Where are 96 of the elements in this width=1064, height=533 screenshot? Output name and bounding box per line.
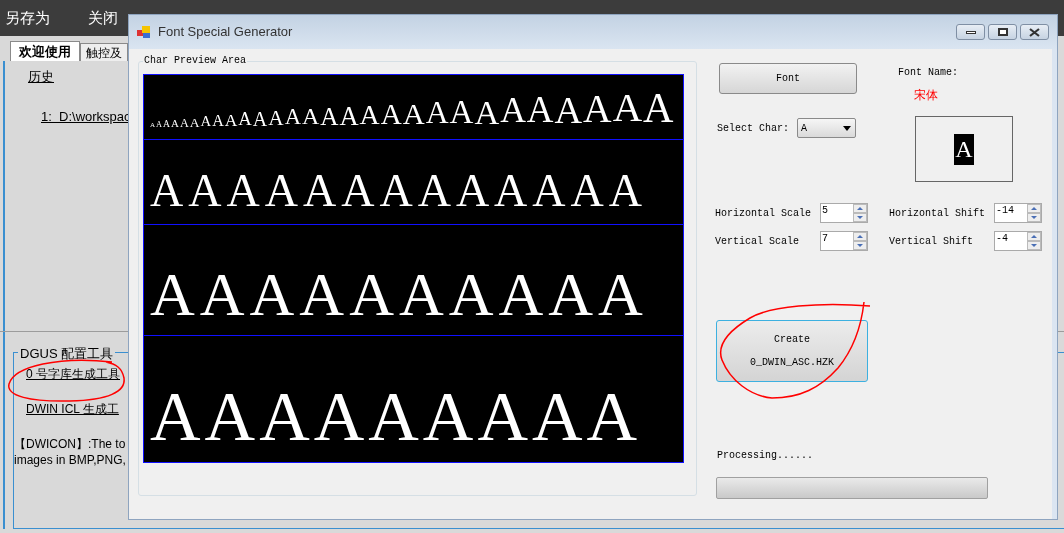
preview-glyph: A bbox=[150, 382, 201, 452]
status-text: Processing...... bbox=[717, 449, 814, 463]
app-icon bbox=[137, 25, 151, 39]
preview-glyph: A bbox=[238, 110, 252, 129]
font-button[interactable]: Font bbox=[719, 63, 857, 94]
spinner-label: Horizontal Shift bbox=[889, 206, 986, 221]
preview-glyph: A bbox=[368, 382, 419, 452]
spinner-arrows-icon[interactable] bbox=[853, 204, 867, 222]
tab[interactable]: 触控及 bbox=[80, 43, 128, 61]
preview-glyph: A bbox=[379, 168, 413, 214]
preview-glyph: A bbox=[570, 168, 604, 214]
description-text: images in BMP,PNG, bbox=[14, 452, 126, 468]
tool-link[interactable]: 0 号字库生成工具 bbox=[26, 365, 120, 383]
spinner-label: Vertical Shift bbox=[889, 234, 974, 249]
preview-glyph: A bbox=[341, 168, 375, 214]
preview-glyph: A bbox=[455, 168, 490, 214]
minimize-button[interactable] bbox=[956, 24, 985, 40]
preview-glyph: A bbox=[380, 99, 402, 129]
number-field[interactable]: -4 bbox=[994, 231, 1042, 251]
preview-glyph: A bbox=[643, 86, 674, 129]
preview-glyph: A bbox=[163, 119, 170, 129]
tool-link[interactable]: DWIN ICL 生成工 bbox=[26, 400, 119, 418]
preview-glyph: A bbox=[204, 382, 256, 452]
preview-glyph: A bbox=[417, 168, 451, 214]
preview-glyph: A bbox=[548, 263, 594, 325]
close-button[interactable] bbox=[1020, 24, 1049, 40]
caret-icon bbox=[843, 125, 851, 131]
font-name-label: Font Name: bbox=[898, 66, 959, 80]
preview-glyph: A bbox=[359, 101, 380, 129]
spinner-label: Horizontal Scale bbox=[715, 206, 812, 221]
preview-glyph: A bbox=[156, 120, 163, 129]
preview-glyph: A bbox=[200, 114, 212, 129]
preview-glyph: A bbox=[448, 263, 494, 325]
preview-glyph: A bbox=[532, 168, 566, 214]
preview-glyph: A bbox=[398, 263, 444, 325]
preview-glyph: A bbox=[339, 102, 359, 129]
tab[interactable]: 欢迎使用 bbox=[10, 41, 80, 61]
preview-glyph: A bbox=[249, 263, 295, 325]
description-text: 【DWICON】:The to bbox=[14, 436, 126, 452]
create-button[interactable]: Create 0_DWIN_ASC.HZK bbox=[716, 320, 868, 382]
number-field[interactable]: 5 bbox=[820, 203, 868, 223]
number-field[interactable]: -14 bbox=[994, 203, 1042, 223]
preview-glyph: A bbox=[586, 382, 638, 452]
spinner-arrows-icon[interactable] bbox=[1027, 204, 1041, 222]
window-title: Font Special Generator bbox=[158, 23, 293, 42]
preview-glyph: A bbox=[150, 263, 195, 325]
char-sample: A bbox=[954, 133, 974, 165]
preview-glyph: A bbox=[449, 96, 474, 129]
preview-glyph: A bbox=[264, 168, 298, 214]
maximize-button[interactable] bbox=[988, 24, 1017, 40]
preview-glyph: A bbox=[425, 97, 449, 129]
char-dropdown[interactable]: A bbox=[797, 118, 856, 138]
preview-glyph: A bbox=[474, 94, 500, 129]
preview-glyph: A bbox=[189, 115, 200, 129]
number-field[interactable]: 7 bbox=[820, 231, 868, 251]
history-item-link[interactable]: 1: D:\workspac bbox=[41, 106, 131, 126]
preview-glyph: A bbox=[179, 116, 189, 129]
preview-glyph: A bbox=[349, 263, 394, 325]
menu-item[interactable]: 另存为 bbox=[5, 6, 50, 30]
preview-glyph: A bbox=[402, 98, 425, 129]
preview-glyph: A bbox=[268, 107, 284, 129]
preview-glyph: A bbox=[494, 168, 528, 214]
preview-glyph: A bbox=[526, 92, 554, 129]
preview-glyph: A bbox=[608, 168, 643, 214]
preview-glyph: A bbox=[498, 263, 544, 325]
preview-glyph: A bbox=[284, 106, 301, 129]
preview-glyph: A bbox=[224, 111, 238, 129]
preview-glyph: A bbox=[212, 112, 224, 129]
spinner-arrows-icon[interactable] bbox=[1027, 232, 1041, 250]
spinner-label: Vertical Scale bbox=[715, 234, 800, 249]
preview-glyph: A bbox=[500, 93, 526, 129]
preview-glyph: A bbox=[583, 89, 612, 129]
preview-glyph: A bbox=[313, 382, 365, 452]
preview-glyph: A bbox=[531, 382, 583, 452]
preview-glyph: A bbox=[320, 103, 339, 129]
close-icon bbox=[1029, 27, 1040, 37]
preview-glyph: A bbox=[477, 382, 528, 452]
preview-glyph: A bbox=[612, 88, 643, 129]
preview-glyph: A bbox=[252, 109, 268, 129]
preview-glyph: A bbox=[598, 263, 643, 325]
menu-item[interactable]: 关闭 bbox=[88, 6, 118, 30]
preview-glyph: A bbox=[171, 118, 179, 129]
preview-glyph: A bbox=[199, 263, 245, 325]
preview-glyph: A bbox=[554, 90, 583, 129]
preview-glyph: A bbox=[302, 168, 337, 214]
preview-glyph: A bbox=[188, 168, 222, 214]
spinner-arrows-icon[interactable] bbox=[853, 232, 867, 250]
preview-glyph: A bbox=[299, 263, 345, 325]
preview-glyph: A bbox=[422, 382, 474, 452]
history-link[interactable]: 历史 bbox=[28, 67, 54, 87]
preview-glyph: A bbox=[226, 168, 260, 214]
font-name-value: 宋体 bbox=[914, 87, 939, 104]
preview-glyph: A bbox=[150, 168, 184, 214]
select-char-label: Select Char: bbox=[717, 121, 790, 136]
preview-glyph: A bbox=[302, 105, 320, 129]
preview-glyph: A bbox=[259, 382, 310, 452]
